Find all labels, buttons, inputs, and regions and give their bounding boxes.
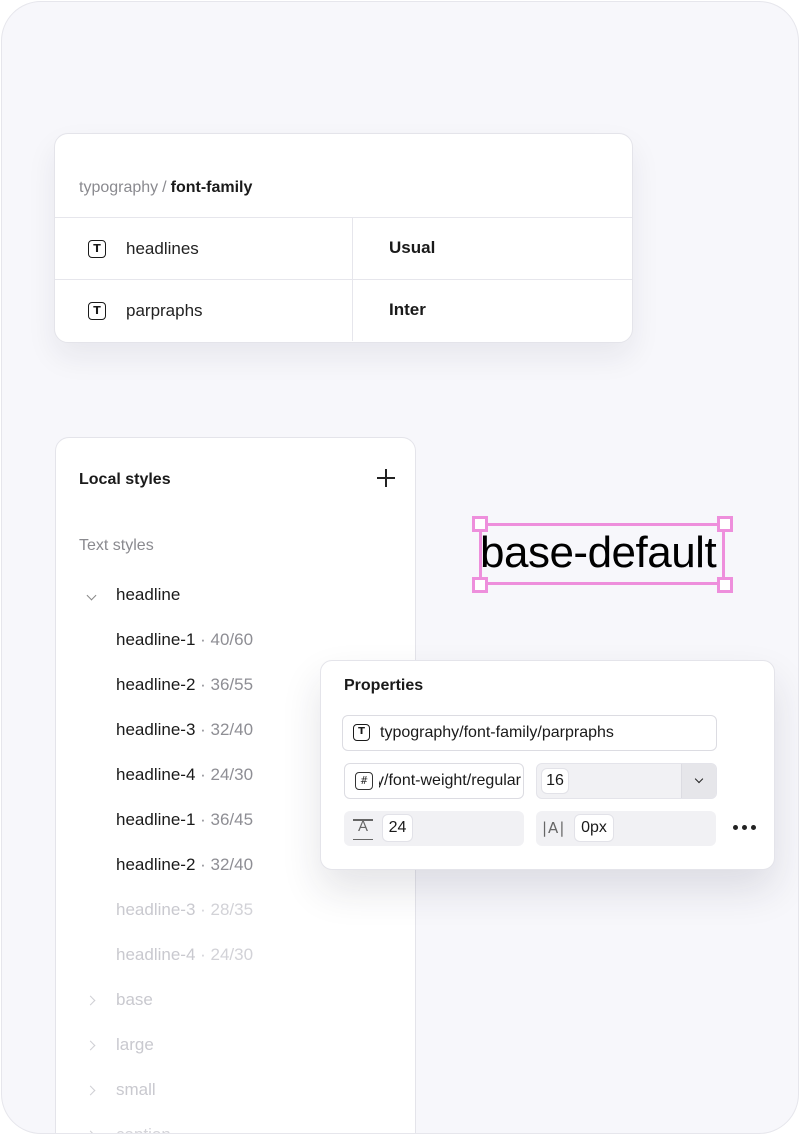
font-size-select[interactable]: 16 bbox=[536, 763, 717, 799]
style-size: · 32/40 bbox=[195, 855, 254, 874]
chevron-right-icon[interactable] bbox=[87, 1131, 97, 1133]
breadcrumb-separator: / bbox=[162, 179, 167, 196]
line-height-value[interactable]: 24 bbox=[382, 814, 413, 842]
variable-row[interactable]: T parpraphs Inter bbox=[55, 279, 632, 341]
style-name: headline-1 bbox=[116, 810, 196, 829]
letter-spacing-field[interactable]: |A| 0px bbox=[536, 811, 716, 846]
style-size: · 24/30 bbox=[195, 765, 254, 784]
text-style-item[interactable]: headline-2 · 36/55 bbox=[116, 675, 253, 695]
style-name: headline-3 bbox=[116, 900, 196, 919]
text-type-icon: T bbox=[88, 240, 106, 258]
variable-collection-card: typography / font-family T headlines Usual… bbox=[54, 133, 633, 343]
style-group-headline[interactable]: headline bbox=[116, 585, 180, 605]
chevron-down-icon[interactable] bbox=[87, 593, 97, 603]
resize-handle-bottom-right[interactable] bbox=[717, 577, 733, 593]
style-group-base[interactable]: base bbox=[116, 990, 153, 1010]
breadcrumb-parent[interactable]: typography bbox=[79, 179, 158, 196]
column-divider bbox=[352, 280, 353, 341]
more-options-icon[interactable] bbox=[733, 819, 759, 837]
panel-title: Properties bbox=[344, 677, 424, 694]
add-style-icon[interactable] bbox=[376, 468, 396, 488]
font-family-field[interactable]: T typography/font-family/parpraphs bbox=[342, 715, 717, 751]
line-height-icon: A bbox=[353, 818, 373, 840]
chevron-right-icon[interactable] bbox=[87, 1086, 97, 1096]
panel-title: Local styles bbox=[79, 471, 171, 488]
properties-panel: Properties T typography/font-family/parp… bbox=[320, 660, 775, 870]
chevron-down-icon[interactable] bbox=[681, 764, 716, 798]
style-size: · 24/30 bbox=[195, 945, 254, 964]
text-style-item[interactable]: headline-4 · 24/30 bbox=[116, 765, 253, 785]
text-type-icon: T bbox=[88, 302, 106, 320]
style-size: · 32/40 bbox=[195, 720, 254, 739]
letter-spacing-icon: |A| bbox=[542, 819, 566, 837]
font-weight-text: typography/font-weight/regular bbox=[379, 772, 521, 789]
text-style-item[interactable]: headline-3 · 28/35 bbox=[116, 900, 253, 920]
style-group-caption[interactable]: caption bbox=[116, 1125, 171, 1133]
text-style-item[interactable]: headline-1 · 36/45 bbox=[116, 810, 253, 830]
style-group-small[interactable]: small bbox=[116, 1080, 156, 1100]
variable-value[interactable]: Inter bbox=[389, 300, 426, 320]
letter-spacing-value[interactable]: 0px bbox=[574, 814, 614, 842]
style-name: headline-2 bbox=[116, 675, 196, 694]
selection-outline bbox=[479, 523, 725, 585]
chevron-right-icon[interactable] bbox=[87, 1041, 97, 1051]
style-size: · 40/60 bbox=[195, 630, 254, 649]
chevron-right-icon[interactable] bbox=[87, 996, 97, 1006]
variable-row[interactable]: T headlines Usual bbox=[55, 217, 632, 279]
style-size: · 28/35 bbox=[195, 900, 254, 919]
line-height-field[interactable]: A 24 bbox=[344, 811, 524, 846]
text-type-icon: T bbox=[353, 724, 370, 741]
style-size: · 36/55 bbox=[195, 675, 254, 694]
resize-handle-top-right[interactable] bbox=[717, 516, 733, 532]
text-style-item[interactable]: headline-2 · 32/40 bbox=[116, 855, 253, 875]
variable-name[interactable]: headlines bbox=[126, 239, 199, 259]
resize-handle-top-left[interactable] bbox=[472, 516, 488, 532]
style-name: headline-4 bbox=[116, 945, 196, 964]
font-weight-field[interactable]: # typography/font-weight/regular bbox=[344, 763, 524, 799]
canvas-frame: typography / font-family T headlines Usual… bbox=[1, 1, 799, 1134]
resize-handle-bottom-left[interactable] bbox=[472, 577, 488, 593]
text-style-item[interactable]: headline-1 · 40/60 bbox=[116, 630, 253, 650]
font-size-value[interactable]: 16 bbox=[541, 768, 569, 794]
breadcrumb: typography / font-family bbox=[79, 179, 252, 197]
variable-value[interactable]: Usual bbox=[389, 238, 435, 258]
style-size: · 36/45 bbox=[195, 810, 254, 829]
breadcrumb-current: font-family bbox=[170, 179, 253, 196]
column-divider bbox=[352, 218, 353, 279]
text-style-item[interactable]: headline-3 · 32/40 bbox=[116, 720, 253, 740]
font-weight-value: typography/font-weight/regular bbox=[379, 772, 521, 790]
number-variable-icon: # bbox=[355, 772, 373, 790]
font-family-value: typography/font-family/parpraphs bbox=[380, 724, 614, 741]
style-name: headline-4 bbox=[116, 765, 196, 784]
text-style-item[interactable]: headline-4 · 24/30 bbox=[116, 945, 253, 965]
variable-name[interactable]: parpraphs bbox=[126, 301, 203, 321]
style-group-large[interactable]: large bbox=[116, 1035, 154, 1055]
style-name: headline-2 bbox=[116, 855, 196, 874]
style-name: headline-3 bbox=[116, 720, 196, 739]
section-heading: Text styles bbox=[79, 537, 154, 554]
style-name: headline-1 bbox=[116, 630, 196, 649]
